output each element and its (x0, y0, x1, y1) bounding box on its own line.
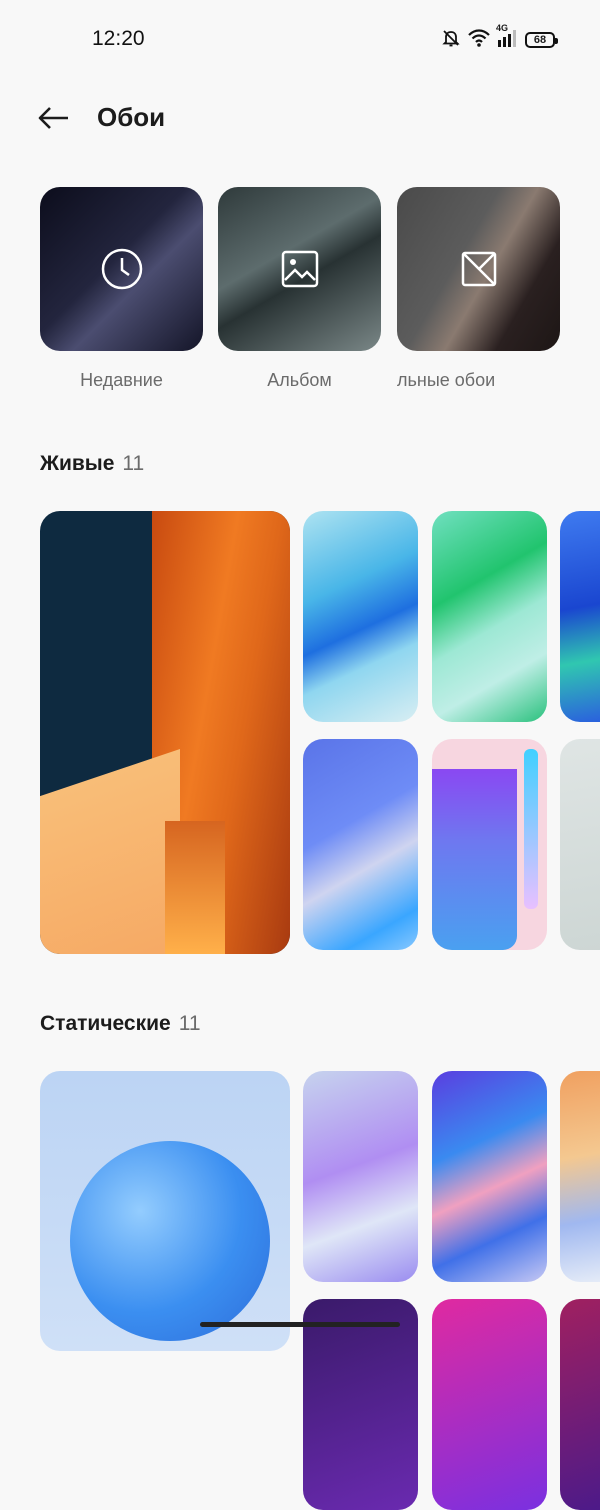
category-label-system: льные обои (397, 370, 496, 390)
static-wallpaper[interactable] (432, 1071, 547, 1282)
section-static-count: 11 (178, 1012, 201, 1035)
live-wallpaper[interactable] (560, 739, 600, 950)
static-wallpaper[interactable] (560, 1071, 600, 1282)
section-live-count: 11 (122, 452, 145, 475)
live-wallpaper[interactable] (432, 511, 547, 722)
category-system[interactable] (397, 187, 560, 351)
category-label-recent: Недавние (80, 370, 163, 390)
live-wallpaper-featured[interactable] (40, 511, 290, 954)
battery-icon: 68 (525, 32, 558, 48)
section-static-label: Статические (40, 1012, 171, 1035)
static-wallpaper[interactable] (303, 1299, 418, 1510)
status-icons: 4G 68 (441, 23, 558, 53)
static-wallpaper[interactable] (432, 1299, 547, 1510)
live-wallpaper[interactable] (560, 511, 600, 722)
static-wallpaper-featured[interactable] (40, 1071, 290, 1351)
section-live-label: Живые (40, 452, 115, 475)
section-title-live: Живые 11 (40, 452, 144, 476)
battery-level: 68 (533, 34, 547, 46)
status-time: 12:20 (92, 27, 145, 50)
category-recent[interactable] (40, 187, 203, 351)
mute-bell-icon (441, 28, 461, 53)
page-title: Обои (97, 102, 166, 132)
wifi-icon (467, 28, 491, 53)
live-wallpaper[interactable] (303, 739, 418, 950)
clock-icon (101, 248, 142, 290)
arrow-left-icon (38, 107, 68, 129)
category-label-album: Альбом (267, 370, 332, 390)
crossed-frame-icon (461, 251, 496, 287)
home-indicator[interactable] (200, 1322, 400, 1327)
live-wallpaper[interactable] (432, 739, 547, 950)
network-type: 4G (496, 22, 509, 33)
image-icon (281, 250, 318, 288)
cell-signal-icon: 4G (496, 23, 519, 53)
static-wallpaper[interactable] (560, 1299, 600, 1510)
live-wallpaper[interactable] (303, 511, 418, 722)
back-button[interactable] (30, 98, 78, 138)
section-title-static: Статические 11 (40, 1012, 201, 1036)
category-album[interactable] (218, 187, 381, 351)
static-wallpaper[interactable] (303, 1071, 418, 1282)
